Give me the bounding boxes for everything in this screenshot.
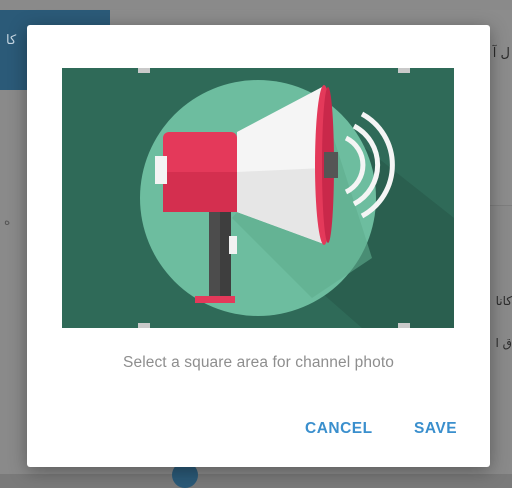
crop-area[interactable]: [62, 68, 454, 328]
cancel-button[interactable]: CANCEL: [305, 420, 373, 438]
background-left-text: ه: [4, 214, 11, 228]
background-right-text-2: ق ا: [495, 336, 512, 350]
crop-handle-bottom-left[interactable]: [138, 323, 150, 328]
background-right-text-1: کانا: [495, 294, 512, 308]
crop-handle-top-left[interactable]: [138, 68, 150, 73]
megaphone-icon: [62, 68, 454, 328]
crop-photo-dialog: Select a square area for channel photo C…: [27, 25, 490, 467]
background-sidebar-tab-text: کا: [6, 32, 17, 47]
crop-handle-top-right[interactable]: [398, 68, 410, 73]
crop-hint-text: Select a square area for channel photo: [123, 354, 394, 371]
background-header-text: ل آ: [492, 46, 510, 61]
save-button[interactable]: SAVE: [414, 420, 457, 438]
crop-handle-bottom-right[interactable]: [398, 323, 410, 328]
